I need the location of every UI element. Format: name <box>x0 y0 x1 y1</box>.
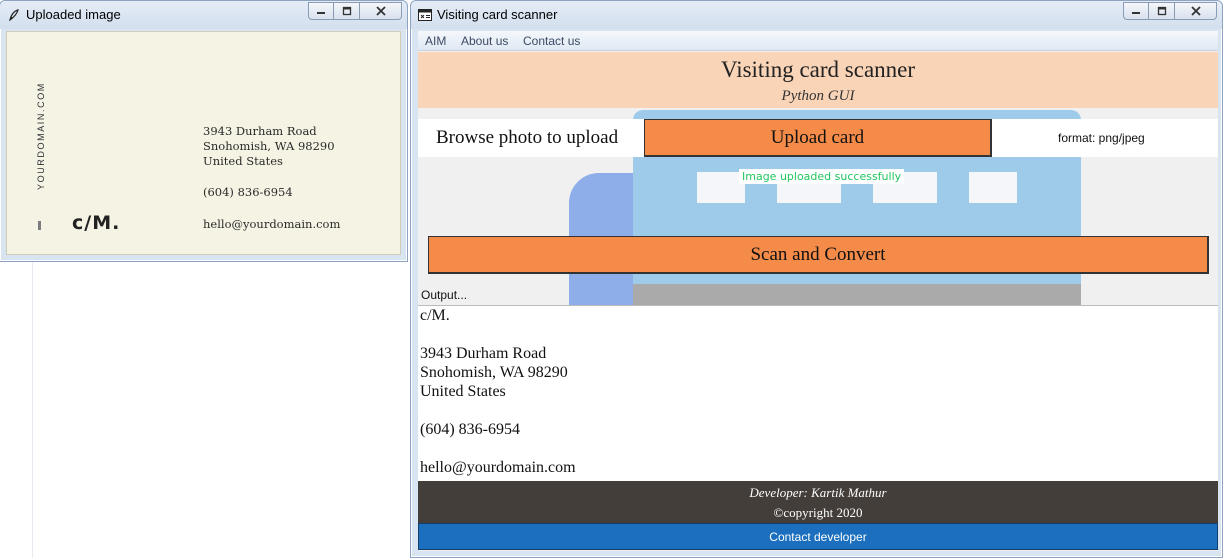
card-address-line: United States <box>203 154 283 168</box>
minimize-icon <box>1132 12 1140 14</box>
close-icon <box>1190 6 1201 16</box>
card-address: 3943 Durham Road Snohomish, WA 98290 Uni… <box>203 124 335 169</box>
card-address-line: 3943 Durham Road <box>203 124 317 138</box>
window-title: Visiting card scanner <box>437 7 558 22</box>
card-accent-mark <box>38 221 41 230</box>
output-line: 3943 Durham Road <box>420 345 547 362</box>
feather-icon <box>7 8 21 22</box>
developer-credit: Developer: Kartik Mathur <box>749 485 887 500</box>
background-illustration <box>697 172 745 203</box>
window-controls <box>1123 2 1217 20</box>
minimize-button[interactable] <box>1123 2 1149 20</box>
output-line: Snohomish, WA 98290 <box>420 364 568 381</box>
maximize-button[interactable] <box>334 2 360 20</box>
maximize-icon <box>342 6 351 16</box>
output-line: (604) 836-6954 <box>420 421 520 438</box>
title-bar[interactable]: Uploaded image <box>0 1 407 29</box>
menu-aim[interactable]: AIM <box>425 34 446 48</box>
upload-row: Browse photo to upload Upload card forma… <box>418 119 1218 157</box>
close-button[interactable] <box>1175 2 1217 20</box>
browse-label: Browse photo to upload <box>436 127 619 148</box>
card-address-line: Snohomish, WA 98290 <box>203 139 335 153</box>
card-domain-text: YOURDOMAIN.COM <box>36 82 46 190</box>
scanner-window: Visiting card scanner AIM About us Conta… <box>410 0 1223 558</box>
app-header: Visiting card scanner Python GUI <box>418 52 1218 108</box>
output-textbox[interactable]: c/M. 3943 Durham Road Snohomish, WA 9829… <box>418 305 1218 481</box>
card-logo: c/M. <box>72 212 121 234</box>
menu-about-us[interactable]: About us <box>461 34 508 48</box>
title-bar[interactable]: Visiting card scanner <box>411 1 1222 29</box>
window-title: Uploaded image <box>26 7 121 22</box>
app-title: Visiting card scanner <box>720 57 916 82</box>
output-line: c/M. <box>420 307 450 324</box>
footer: Developer: Kartik Mathur ©copyright 2020 <box>418 481 1218 523</box>
app-window-icon <box>418 8 432 22</box>
close-icon <box>375 6 386 16</box>
card-phone: (604) 836-6954 <box>203 185 293 199</box>
business-card-image: YOURDOMAIN.COM c/M. 3943 Durham Road Sno… <box>6 31 401 255</box>
menu-contact-us[interactable]: Contact us <box>523 34 580 48</box>
output-line: hello@yourdomain.com <box>420 459 576 476</box>
window-controls <box>308 2 402 20</box>
output-line: United States <box>420 383 506 400</box>
minimize-button[interactable] <box>308 2 334 20</box>
uploaded-image-window: Uploaded image YOURDOMAIN.COM c/M. 3943 … <box>0 0 408 262</box>
scan-and-convert-button[interactable]: Scan and Convert <box>428 236 1209 274</box>
app-subtitle: Python GUI <box>781 88 855 104</box>
scanner-client-area: AIM About us Contact us Visiting card sc… <box>418 31 1218 551</box>
minimize-icon <box>317 12 325 14</box>
close-button[interactable] <box>360 2 402 20</box>
upload-card-button[interactable]: Upload card <box>644 119 992 157</box>
background-illustration <box>969 172 1017 203</box>
menu-bar: AIM About us Contact us <box>418 31 1218 51</box>
card-email: hello@yourdomain.com <box>203 217 341 231</box>
output-label: Output... <box>418 286 471 304</box>
upload-status-message: Image uploaded successfully <box>739 169 905 184</box>
copyright-text: ©copyright 2020 <box>773 505 863 520</box>
contact-developer-button[interactable]: Contact developer <box>418 523 1218 550</box>
desktop-divider <box>32 262 33 558</box>
maximize-button[interactable] <box>1149 2 1175 20</box>
maximize-icon <box>1157 6 1166 16</box>
format-label: format: png/jpeg <box>1058 131 1145 145</box>
